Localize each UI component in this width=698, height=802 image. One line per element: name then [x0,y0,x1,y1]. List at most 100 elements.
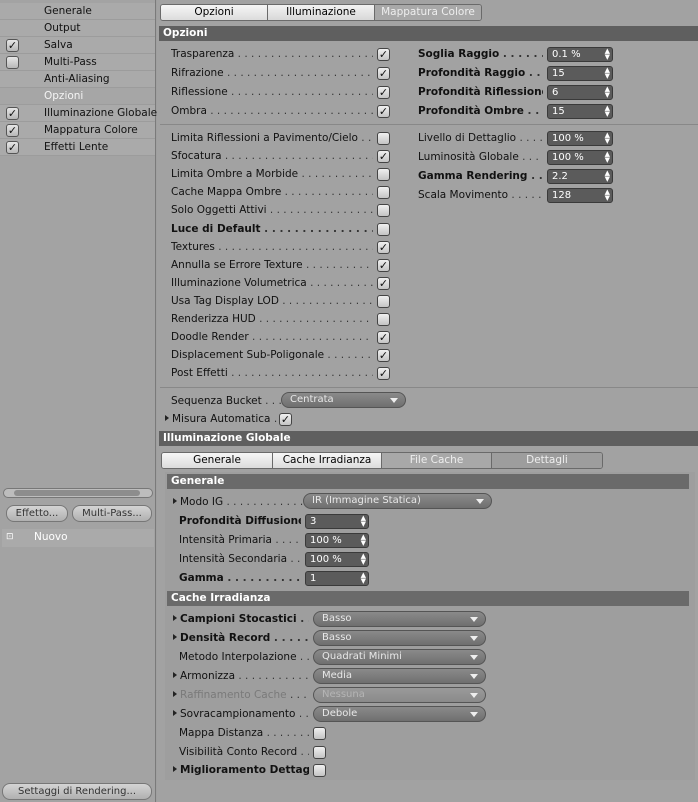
enable-checkbox[interactable]: ✓ [6,141,19,154]
livello-di-dettaglio-input[interactable]: 100 % ▲ ▼ [547,131,613,146]
sfocatura-checkbox[interactable]: ✓ [377,150,390,164]
enable-checkbox[interactable]: ✓ [6,124,19,137]
mappa-distanza-checkbox[interactable] [313,727,326,740]
spinner-arrows-icon[interactable]: ▲ ▼ [361,515,366,528]
sidebar-item-anti-aliasing[interactable]: Anti-Aliasing [0,71,155,88]
spinner-arrows-icon[interactable]: ▲ ▼ [605,86,610,99]
expand-triangle-icon [173,691,177,697]
luce-di-default-checkbox[interactable] [377,222,390,236]
gi-tab-file-cache[interactable]: File Cache Irradianza [382,453,492,468]
option-limita-ombre-a-morbide: Limita Ombre a Morbide . . . . . . . . .… [171,166,373,182]
tab-illuminazione-globale[interactable]: Illuminazione Globale [268,5,375,20]
enable-checkbox[interactable] [6,56,19,69]
rifrazione-checkbox[interactable]: ✓ [377,67,390,80]
campioni-stocastici-dropdown[interactable]: Basso [313,611,486,627]
sidebar-item-illuminazione-globale[interactable]: ✓ Illuminazione Globale [0,105,157,122]
cache-mappa-ombre-checkbox[interactable] [377,186,390,200]
limita-riflessioni-a-pavimento-cielo-checkbox[interactable] [377,132,390,145]
field-value: 2.2 [552,171,568,182]
doodle-render-checkbox[interactable]: ✓ [377,331,390,345]
leader-dots: . . . . . . . . . . . . . . . . . . . . [527,105,543,117]
raffinamento-cache-dropdown[interactable]: Nessuna [313,687,486,703]
sidebar-item-opzioni[interactable]: Opzioni [0,88,155,105]
option-label: Trasparenza [171,48,235,60]
render-settings-button[interactable]: Settaggi di Rendering... [2,783,152,800]
effect-button[interactable]: Effetto... [6,505,68,522]
bucket-sequence-dropdown[interactable]: Centrata [281,392,406,408]
spinner-arrows-icon[interactable]: ▲ ▼ [605,105,610,118]
visibilita-conto-record-checkbox[interactable] [313,745,326,759]
field-scala-movimento: Scala Movimento . . . . . . . . . . . . … [418,187,543,203]
tab-opzioni[interactable]: Opzioni [161,5,268,20]
enable-checkbox[interactable]: ✓ [6,107,19,120]
field-value: 15 [552,68,565,79]
spinner-arrows-icon[interactable]: ▲ ▼ [605,189,610,202]
enable-checkbox[interactable]: ✓ [6,39,19,52]
textures-checkbox[interactable]: ✓ [377,240,390,254]
spinner-arrows-icon[interactable]: ▲ ▼ [605,132,610,145]
intensita-secondaria-input[interactable]: 100 % ▲ ▼ [305,552,369,567]
profondita-raggio-input[interactable]: 15 ▲ ▼ [547,66,613,81]
luminosita-globale-input[interactable]: 100 % ▲ ▼ [547,150,613,165]
sovracampionamento-dropdown[interactable]: Debole [313,706,486,722]
profondita-diffusione-input[interactable]: 3 ▲ ▼ [305,514,369,529]
leader-dots: . . . . . . . . . . . . . . . . . . . . … [224,150,373,163]
spinner-arrows-icon[interactable]: ▲ ▼ [605,48,610,61]
sidebar-item-salva[interactable]: ✓ Salva [0,37,155,54]
post-effetti-checkbox[interactable]: ✓ [377,367,390,381]
spinner-arrows-icon[interactable]: ▲ ▼ [361,553,366,566]
miglioramento-dettagli-checkbox[interactable] [313,764,326,777]
leader-dots: . . . . . . . . . . . . . . . . . . . . … [264,222,373,235]
spinner-arrows-icon[interactable]: ▲ ▼ [605,67,610,80]
limita-ombre-a-morbide-checkbox[interactable] [377,168,390,182]
tab-mappatura-colore[interactable]: Mappatura Colore [375,5,481,20]
sidebar-item-output[interactable]: Output [0,20,155,37]
renderizza-hud-checkbox[interactable] [377,313,390,326]
densita-record-dropdown[interactable]: Basso [313,630,486,646]
armonizza-dropdown[interactable]: Media [313,668,486,684]
leader-dots: . . . . . . . . . . . . . . . . . . . . … [226,67,373,79]
sidebar-item-multi-pass[interactable]: Multi-Pass [0,54,155,71]
gamma-input[interactable]: 1 ▲ ▼ [305,571,369,586]
sidebar-item-effetti-lente[interactable]: ✓ Effetti Lente [0,139,155,156]
option-label: Sfocatura [171,150,222,163]
sidebar-scrollbar[interactable] [3,488,153,498]
metodo-interpolazione-dropdown[interactable]: Quadrati Minimi [313,649,486,665]
intensita-primaria-input[interactable]: 100 % ▲ ▼ [305,533,369,548]
annulla-se-errore-texture-checkbox[interactable]: ✓ [377,258,390,272]
gi-mode-dropdown[interactable]: IR (Immagine Statica) [303,493,492,509]
spinner-arrows-icon[interactable]: ▲ ▼ [361,534,366,547]
leader-dots: . . . . . . . . . . . . . . . . . . . . [266,727,309,739]
trasparenza-checkbox[interactable]: ✓ [377,48,390,61]
gi-tab-cache-irradianza[interactable]: Cache Irradianza [273,453,382,468]
usa-tag-display-lod-checkbox[interactable] [377,294,390,308]
gi-tab-dettagli[interactable]: Dettagli [492,453,602,468]
leader-dots: . . . . . . . . . . . . . . . . . . . . … [269,204,373,217]
dropdown-arrow-icon [470,712,478,717]
option-doodle-render: Doodle Render . . . . . . . . . . . . . … [171,329,373,345]
multipass-button[interactable]: Multi-Pass... [72,505,152,522]
spinner-arrows-icon[interactable]: ▲ ▼ [605,170,610,183]
spinner-arrows-icon[interactable]: ▲ ▼ [361,572,366,585]
sidebar-item-label: Opzioni [44,90,84,102]
illuminazione-volumetrica-checkbox[interactable]: ✓ [377,276,390,290]
gamma-rendering-input[interactable]: 2.2 ▲ ▼ [547,169,613,184]
soglia-raggio-input[interactable]: 0.1 % ▲ ▼ [547,47,613,62]
ombra-checkbox[interactable]: ✓ [377,105,390,118]
auto-size-checkbox[interactable]: ✓ [279,413,292,426]
sidebar-item-label: Multi-Pass [44,56,97,68]
sidebar-item-generale[interactable]: Generale [0,3,155,20]
profondita-riflessione-input[interactable]: 6 ▲ ▼ [547,85,613,100]
sidebar-item-mappatura-colore[interactable]: ✓ Mappatura Colore [0,122,155,139]
gi-tab-generale[interactable]: Generale [162,453,273,468]
spinner-arrows-icon[interactable]: ▲ ▼ [605,151,610,164]
riflessione-checkbox[interactable]: ✓ [377,86,390,99]
dropdown-arrow-icon [470,674,478,679]
profondita-ombre-input[interactable]: 15 ▲ ▼ [547,104,613,119]
cache-visibilita-conto-record: Visibilità Conto Record . . . . . . . . … [179,744,309,760]
field-luminosita-globale: Luminosità Globale . . . . . . . . . . .… [418,149,543,165]
new-item-row[interactable]: ⊡ Nuovo [2,529,154,547]
scala-movimento-input[interactable]: 128 ▲ ▼ [547,188,613,203]
displacement-sub-poligonale-checkbox[interactable]: ✓ [377,349,390,363]
solo-oggetti-attivi-checkbox[interactable] [377,204,390,218]
